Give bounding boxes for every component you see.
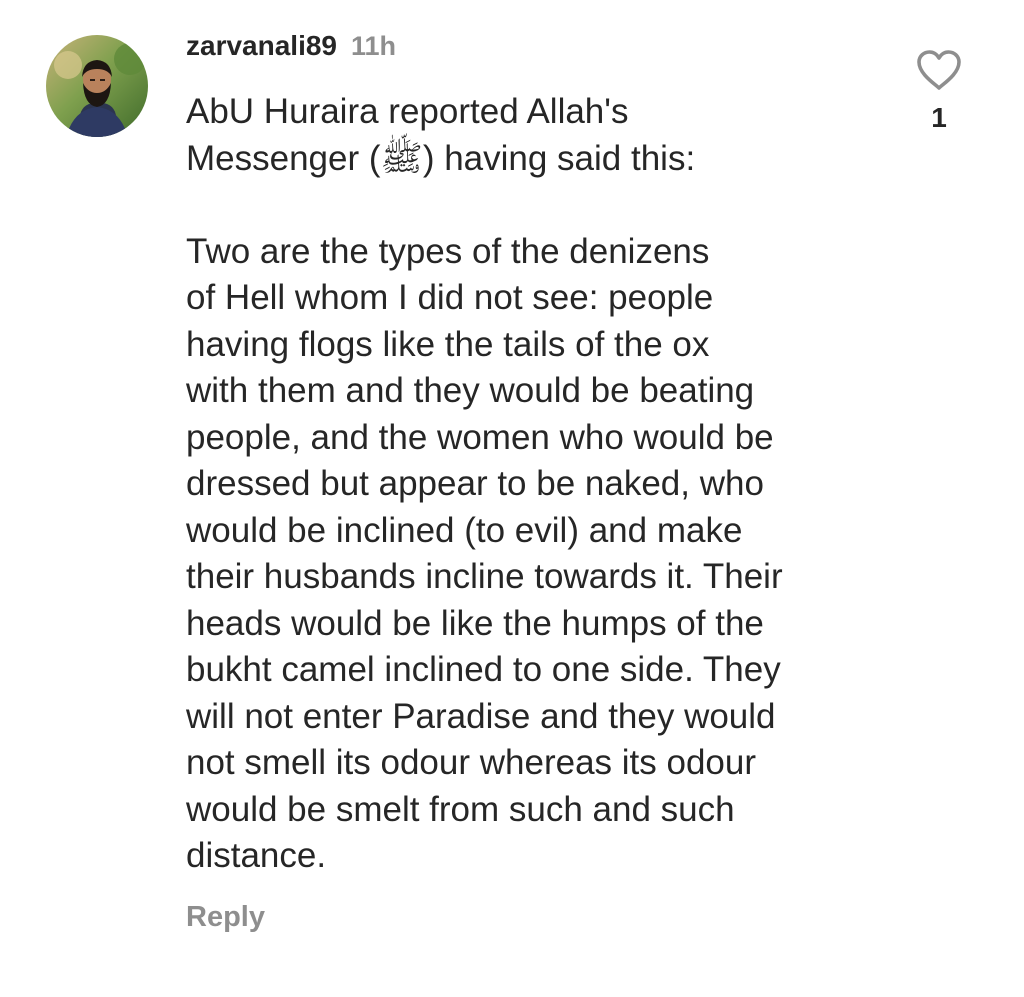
username-link[interactable]: zarvanali89 <box>186 30 337 62</box>
comment-text-line: would be smelt from such and such <box>186 789 735 829</box>
comment-text-line: heads would be like the humps of the <box>186 603 764 643</box>
comment-text-line: AbU Huraira reported Allah's <box>186 92 629 131</box>
comment-text-line: their husbands incline towards it. Their <box>186 557 783 596</box>
comment-text-line: distance. <box>186 836 327 875</box>
comment-text-line: would be inclined (to evil) and make <box>186 510 743 550</box>
comment-text-line: having flogs like the tails of the ox <box>186 324 710 364</box>
comment-text-line: with them and they would be beating <box>186 371 755 410</box>
comment-text-line: not smell its odour whereas its odour <box>186 743 756 782</box>
heart-icon[interactable] <box>915 48 963 92</box>
comment-text-line: of Hell whom I did not see: people <box>186 278 714 317</box>
comment-timestamp: 11h <box>351 31 397 61</box>
comment-item: zarvanali89 11h AbU Huraira reported All… <box>0 0 1024 997</box>
comment-text-line: Messenger (ﷺ) having said this: <box>186 138 696 178</box>
comment-text-line: bukht camel inclined to one side. They <box>186 650 781 689</box>
comment-text-line: dressed but appear to be naked, who <box>186 464 764 503</box>
comment-text-line: people, and the women who would be <box>186 417 774 457</box>
comment-text-line: will not enter Paradise and they would <box>186 696 776 736</box>
avatar[interactable] <box>46 35 148 137</box>
like-section: 1 <box>908 48 970 134</box>
comment-text-line: Two are the types of the denizens <box>186 231 710 271</box>
like-count: 1 <box>931 102 947 133</box>
comment-text: AbU Huraira reported Allah's Messenger (… <box>186 89 876 880</box>
paragraph-break <box>186 182 876 229</box>
avatar-photo <box>46 35 148 137</box>
comment-meta: zarvanali89 11h <box>186 30 396 70</box>
reply-button[interactable]: Reply <box>186 901 265 934</box>
